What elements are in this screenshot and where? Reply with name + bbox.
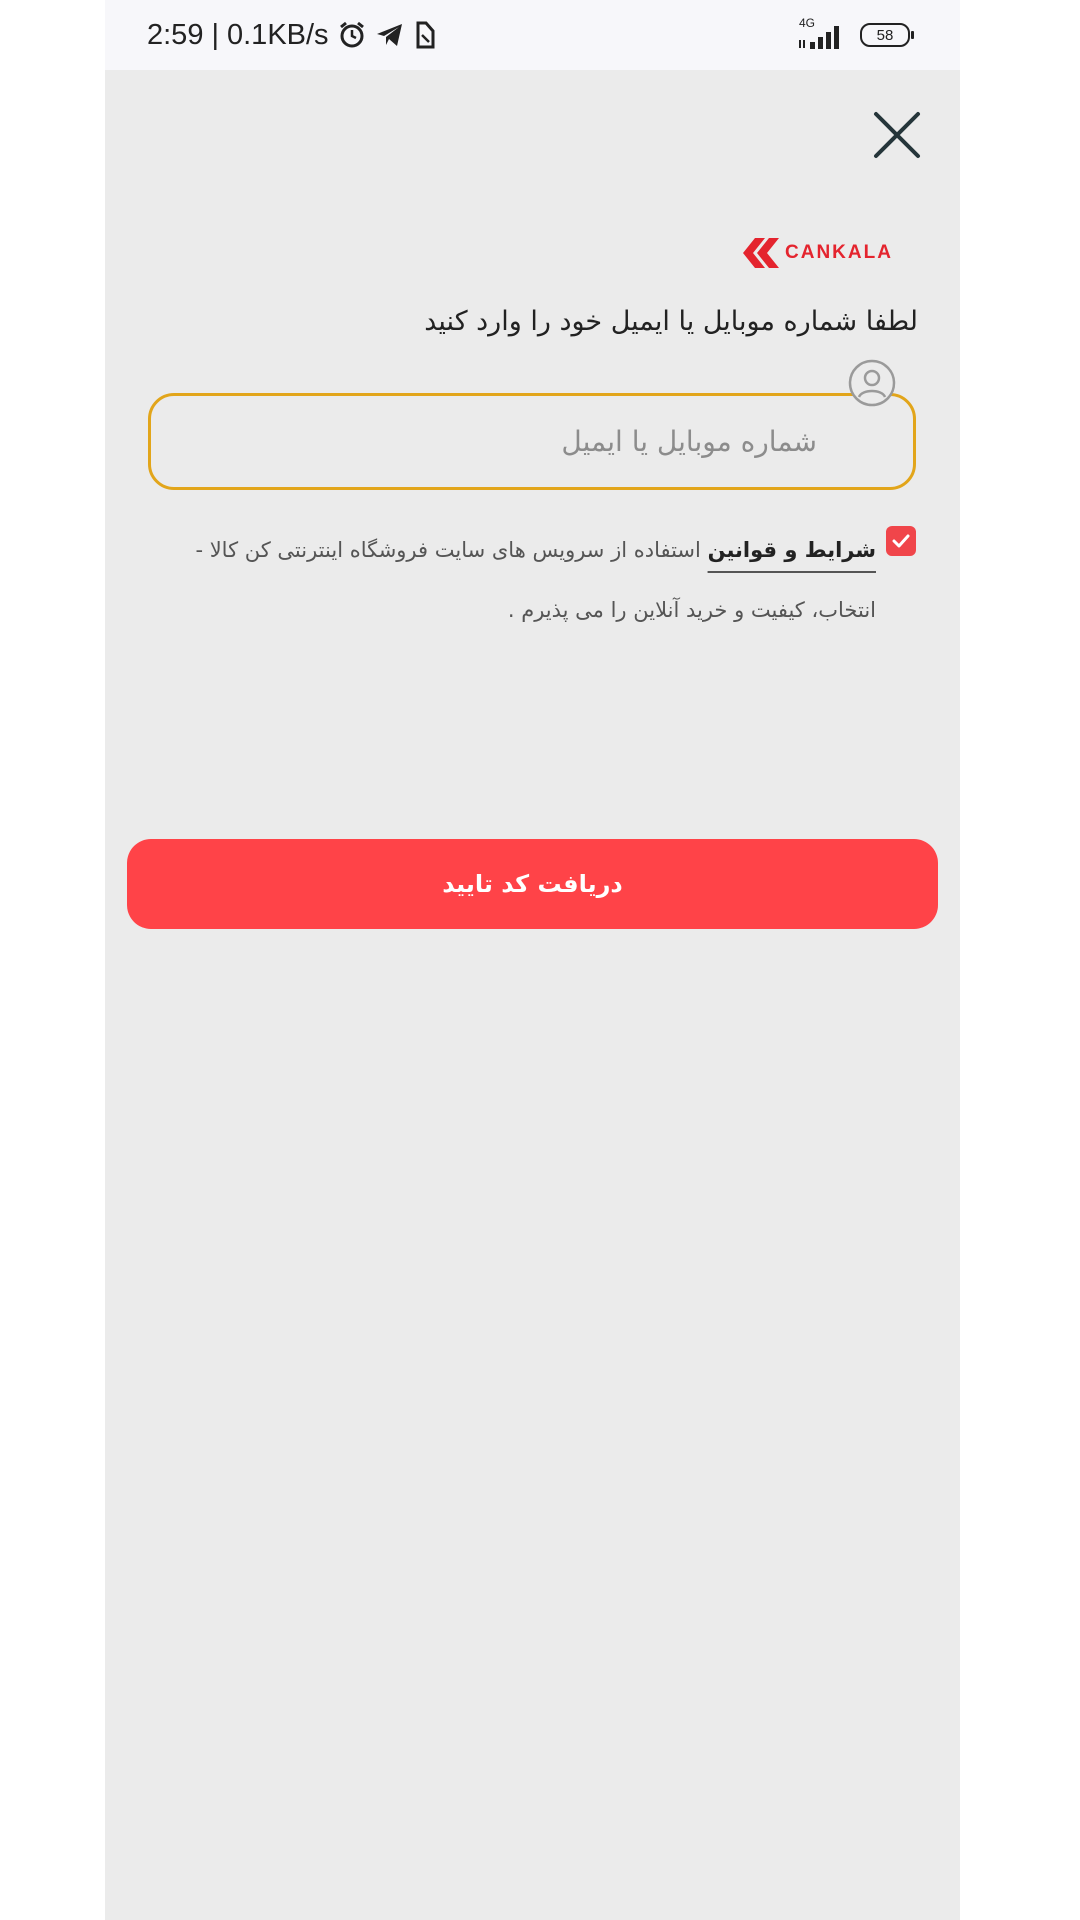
status-separator: | xyxy=(211,18,219,51)
status-net-speed: 0.1KB/s xyxy=(227,18,329,51)
mobile-or-email-input[interactable] xyxy=(151,396,913,487)
status-bar: 2:59 | 0.1KB/s 4G 58 xyxy=(105,0,960,70)
terms-checkbox[interactable] xyxy=(886,526,916,556)
app-screen: 2:59 | 0.1KB/s 4G 58 CANKALA لطفا شماره … xyxy=(105,0,960,1920)
close-button[interactable] xyxy=(870,108,924,162)
status-right: 4G 58 xyxy=(796,0,914,70)
page-title: لطفا شماره موبایل یا ایمیل خود را وارد ک… xyxy=(424,306,918,337)
battery-icon: 58 xyxy=(860,23,914,47)
login-field-container[interactable] xyxy=(148,393,916,490)
terms-link[interactable]: شرایط و قوانین xyxy=(708,538,876,562)
terms-text: شرایط و قوانین استفاده از سرویس های سایت… xyxy=(156,520,876,640)
close-icon xyxy=(874,112,920,158)
brand-logo: CANKALA xyxy=(741,238,893,268)
get-verification-code-button[interactable]: دریافت کد تایید xyxy=(127,839,938,929)
check-icon xyxy=(892,534,910,548)
brand-name: CANKALA xyxy=(785,242,893,263)
sim-notification-icon xyxy=(413,20,437,50)
status-time: 2:59 xyxy=(147,18,204,51)
cankala-logo-icon xyxy=(743,238,779,268)
user-icon xyxy=(847,358,897,408)
status-left: 2:59 | 0.1KB/s xyxy=(147,0,437,70)
battery-level: 58 xyxy=(876,26,894,44)
alarm-icon xyxy=(337,20,367,50)
telegram-icon xyxy=(375,21,405,49)
signal-icon: 4G xyxy=(796,16,846,52)
